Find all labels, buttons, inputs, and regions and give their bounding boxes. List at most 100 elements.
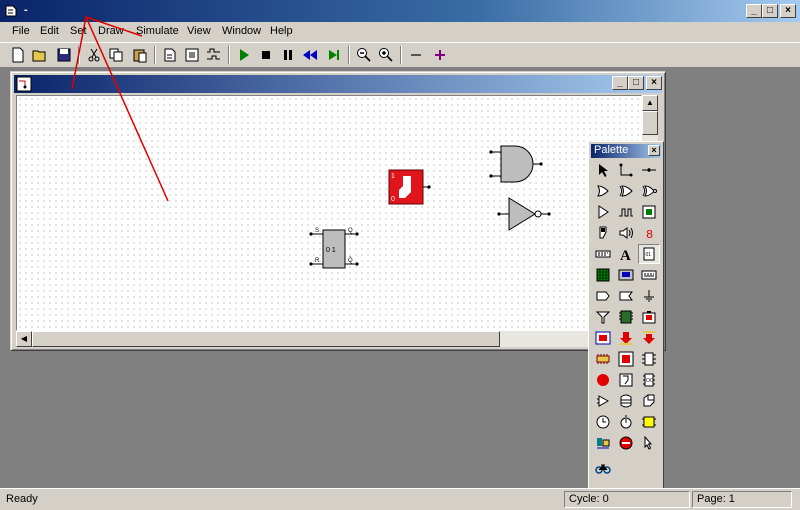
palette-matrix-button[interactable] xyxy=(592,265,614,285)
menu-edit[interactable]: Edit xyxy=(40,25,59,37)
stop-button[interactable] xyxy=(256,46,276,64)
palette-bell-button[interactable]: OO xyxy=(638,370,660,390)
close-button[interactable]: × xyxy=(780,4,796,18)
palette-chip-button[interactable] xyxy=(615,307,637,327)
palette-amplifier-button[interactable] xyxy=(615,370,637,390)
horizontal-scroll-thumb[interactable] xyxy=(32,331,500,347)
pause-button[interactable] xyxy=(278,46,298,64)
palette-bus-button[interactable] xyxy=(592,286,614,306)
properties-button[interactable] xyxy=(182,46,202,64)
child-close-button[interactable]: × xyxy=(646,76,662,90)
horizontal-scrollbar[interactable]: ◀ xyxy=(16,331,642,347)
circuit-canvas[interactable]: 1 0 0 1 S R Q Q̄ xyxy=(16,95,642,331)
zoom-in-button[interactable] xyxy=(376,46,396,64)
menu-simulate[interactable]: Simulate xyxy=(136,25,179,37)
palette-display-button[interactable] xyxy=(615,265,637,285)
palette-cursor-button[interactable] xyxy=(592,433,614,453)
pin-s-label: S xyxy=(315,228,319,234)
menu-set[interactable]: Set xyxy=(70,25,87,37)
palette-clock-button[interactable] xyxy=(615,202,637,222)
zoom-out-button[interactable] xyxy=(354,46,374,64)
palette-register-button[interactable]: 01 xyxy=(638,244,660,264)
minimize-button[interactable]: _ xyxy=(746,4,762,18)
palette-cube-button[interactable] xyxy=(592,391,614,411)
palette-bicycle-button[interactable] xyxy=(592,458,614,478)
palette-dip-button[interactable] xyxy=(592,370,614,390)
open-button[interactable] xyxy=(30,46,50,64)
app-icon[interactable] xyxy=(4,3,20,19)
palette-speaker-button[interactable] xyxy=(615,223,637,243)
clock-icon xyxy=(619,208,633,217)
paste-button[interactable] xyxy=(130,46,150,64)
palette-memory-button[interactable] xyxy=(592,328,614,348)
palette-text-button[interactable]: A xyxy=(615,244,637,264)
palette-keypad-button[interactable] xyxy=(592,244,614,264)
palette-ic-button[interactable] xyxy=(592,349,614,369)
palette-pen-button[interactable] xyxy=(638,433,660,453)
palette-stop-sign-button[interactable] xyxy=(615,349,637,369)
palette-wire-button[interactable] xyxy=(615,160,637,180)
menu-window[interactable]: Window xyxy=(222,25,261,37)
and-gate-component[interactable] xyxy=(487,144,545,184)
run-button[interactable] xyxy=(234,46,254,64)
print-button[interactable] xyxy=(160,46,180,64)
counter-icon xyxy=(641,270,657,280)
menu-file[interactable]: File xyxy=(12,25,30,37)
save-button[interactable] xyxy=(54,46,74,64)
maximize-button[interactable]: □ xyxy=(762,4,778,18)
palette-meter-button[interactable] xyxy=(638,412,660,432)
scroll-left-button[interactable]: ◀ xyxy=(16,331,32,347)
flipflop-component[interactable]: 0 1 S R Q Q̄ xyxy=(307,226,363,272)
speaker-icon xyxy=(619,227,633,239)
palette-transistor-button[interactable] xyxy=(615,433,637,453)
vertical-scroll-thumb[interactable] xyxy=(642,111,658,135)
print-icon xyxy=(164,48,176,62)
palette-output-arrow-button[interactable] xyxy=(638,328,660,348)
palette-close-button[interactable]: × xyxy=(648,145,660,156)
menu-view[interactable]: View xyxy=(187,25,211,37)
switch-component[interactable]: 1 0 xyxy=(387,168,431,208)
palette-junction-button[interactable] xyxy=(638,160,660,180)
palette-power-button[interactable] xyxy=(592,412,614,432)
palette-ground-button[interactable] xyxy=(638,286,660,306)
palette-timer-button[interactable] xyxy=(615,391,637,411)
plus-button[interactable] xyxy=(430,46,450,64)
child-maximize-button[interactable]: □ xyxy=(628,76,644,90)
wire-icon xyxy=(619,163,633,177)
step-button[interactable] xyxy=(324,46,344,64)
input-arrow-icon xyxy=(620,332,632,345)
child-minimize-button[interactable]: _ xyxy=(612,76,628,90)
new-file-button[interactable] xyxy=(8,46,28,64)
palette-pointer-button[interactable] xyxy=(592,160,614,180)
rewind-button[interactable] xyxy=(300,46,320,64)
palette-connector-button[interactable] xyxy=(615,412,637,432)
palette-probe-button[interactable] xyxy=(638,307,660,327)
minus-button[interactable] xyxy=(406,46,426,64)
menu-help[interactable]: Help xyxy=(270,25,293,37)
palette-input-arrow-button[interactable] xyxy=(615,328,637,348)
menu-draw[interactable]: Draw xyxy=(98,25,124,37)
switch-label-bottom: 0 xyxy=(391,196,395,203)
palette-filter-button[interactable] xyxy=(592,307,614,327)
cut-button[interactable] xyxy=(84,46,104,64)
palette-xor-gate-button[interactable] xyxy=(615,181,637,201)
scroll-up-button[interactable]: ▲ xyxy=(642,95,658,111)
palette-counter-button[interactable] xyxy=(638,265,660,285)
run-icon xyxy=(240,49,249,61)
palette-stopwatch-button[interactable] xyxy=(638,391,660,411)
palette-xnor-gate-button[interactable] xyxy=(638,181,660,201)
waveform-button[interactable] xyxy=(204,46,224,64)
palette-decoder-button[interactable] xyxy=(638,349,660,369)
text-icon: A xyxy=(620,248,631,262)
palette-switch-button[interactable] xyxy=(592,223,614,243)
copy-button[interactable] xyxy=(106,46,126,64)
palette-buffer-button[interactable] xyxy=(592,202,614,222)
inverter-component[interactable] xyxy=(497,196,553,232)
palette-seven-segment-button[interactable]: 8 xyxy=(638,223,660,243)
palette-tristate-button[interactable] xyxy=(615,286,637,306)
document-icon[interactable] xyxy=(16,76,32,92)
page-panel: Page: 1 xyxy=(692,491,792,508)
properties-icon xyxy=(185,48,199,62)
palette-or-gate-button[interactable] xyxy=(592,181,614,201)
palette-led-button[interactable] xyxy=(638,202,660,222)
